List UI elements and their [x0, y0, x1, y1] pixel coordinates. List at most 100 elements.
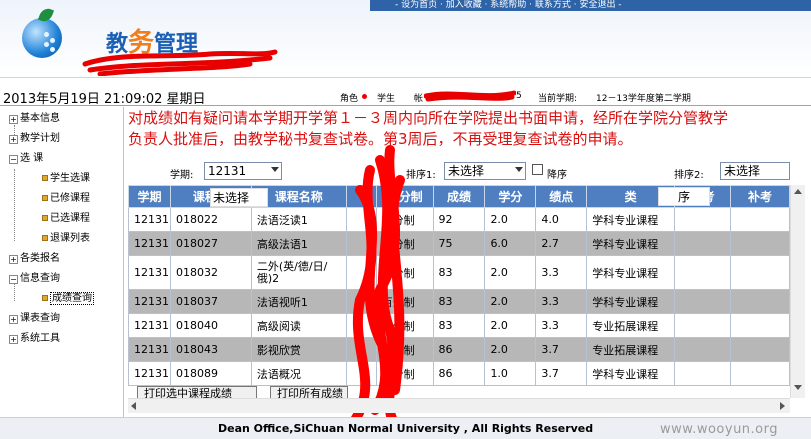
scroll-up-icon — [794, 189, 802, 194]
status-bar: 2013年5月19日 21:09:02 星期日 角色 学生 帐 5 当前学期: … — [0, 86, 811, 107]
folder-icon — [42, 235, 48, 241]
sort-popup-order[interactable]: 序 — [658, 187, 710, 206]
logo-icon — [22, 18, 62, 58]
cell-deferred — [674, 313, 732, 338]
cell-course-code: 018037 — [169, 289, 252, 314]
cell-course-name: 高级法语1 — [250, 231, 347, 256]
sidebar-item-grade-query[interactable]: 成绩查询 — [42, 292, 94, 305]
cell-gpa: 3.3 — [535, 255, 588, 290]
cell-makeup — [730, 255, 790, 290]
cell-gpa: 3.7 — [535, 337, 588, 362]
term-select[interactable]: 12131 — [204, 162, 282, 180]
sidebar-item-info-query[interactable]: − 信息查询 — [9, 273, 60, 285]
sidebar-item-basic-info[interactable]: + 基本信息 — [9, 113, 60, 125]
sidebar-item-course-selection[interactable]: − 选 课 — [9, 153, 43, 165]
sidebar-item-drop-list[interactable]: 退课列表 — [42, 233, 90, 245]
cell-deferred — [674, 361, 732, 386]
sidebar-item-student-select[interactable]: 学生选课 — [42, 173, 90, 185]
table-row[interactable]: 12131 018040 高级阅读 百分制 83 2.0 3.3 专业拓展课程 — [128, 313, 790, 338]
cell-course-code: 018022 — [169, 207, 252, 232]
cell-category: 学科专业课程 — [586, 361, 676, 386]
table-row[interactable]: 12131 018037 法语视听1 百分制 83 2.0 3.3 学科专业课程 — [128, 289, 790, 314]
sidebar-item-system-tools[interactable]: + 系统工具 — [9, 333, 60, 345]
folder-icon — [42, 195, 48, 201]
cell-deferred — [674, 207, 732, 232]
cell-score: 86 — [432, 361, 486, 386]
cell-course-name: 法语泛读1 — [250, 207, 347, 232]
cell-credit: 2.0 — [484, 255, 537, 290]
folder-icon — [42, 175, 48, 181]
grade-review-notice: 对成绩如有疑问请本学期开学第１－３周内向所在学院提出书面申请，经所在学院分管教学… — [128, 108, 808, 150]
cell-makeup — [730, 207, 790, 232]
term-filter-label: 学期: — [170, 170, 194, 181]
current-datetime: 2013年5月19日 21:09:02 星期日 — [3, 92, 206, 107]
cell-category: 专业拓展课程 — [586, 313, 676, 338]
cell-gpa: 3.7 — [535, 361, 588, 386]
table-row[interactable]: 12131 018032 二外(英/德/日/俄)2 百分制 83 2.0 3.3 学科专业课程 — [128, 255, 790, 290]
cell-course-name: 法语概况 — [250, 361, 347, 386]
cell-term: 12131 — [128, 337, 171, 362]
sort1-select[interactable]: 未选择 — [444, 162, 526, 180]
table-row[interactable]: 12131 018043 影视欣赏 百分制 86 2.0 3.7 专业拓展课程 — [128, 337, 790, 362]
descending-checkbox[interactable] — [532, 164, 543, 175]
col-makeup[interactable]: 补考 — [730, 185, 790, 208]
cell-makeup — [730, 231, 790, 256]
top-nav-links[interactable]: - 设为首页 · 加入收藏 · 系统帮助 · 联系方式 · 安全退出 - — [370, 0, 811, 11]
cell-gpa: 2.7 — [535, 231, 588, 256]
cell-course-name: 二外(英/德/日/俄)2 — [250, 255, 347, 290]
cell-score: 75 — [432, 231, 486, 256]
redaction-scribble — [82, 49, 278, 76]
cell-credit: 2.0 — [484, 289, 537, 314]
notice-line-1: 对成绩如有疑问请本学期开学第１－３周内向所在学院提出书面申请，经所在学院分管教学 — [128, 109, 729, 127]
cell-score: 92 — [432, 207, 486, 232]
cell-deferred — [674, 231, 732, 256]
table-row[interactable]: 12131 018089 法语概况 百分制 86 1.0 3.7 学科专业课程 — [128, 361, 790, 386]
chevron-down-icon — [515, 167, 523, 172]
cell-credit: 2.0 — [484, 207, 537, 232]
cell-term: 12131 — [128, 313, 171, 338]
cell-deferred — [674, 289, 732, 314]
descending-label: 降序 — [547, 170, 567, 181]
cell-score: 83 — [432, 255, 486, 290]
cell-gpa: 3.3 — [535, 289, 588, 314]
cell-deferred — [674, 337, 732, 362]
sidebar-item-selected-courses[interactable]: 已选课程 — [42, 213, 90, 225]
account-label: 帐 — [414, 94, 424, 104]
col-term[interactable]: 学期 — [128, 185, 171, 208]
cell-term: 12131 — [128, 289, 171, 314]
cell-score: 83 — [432, 313, 486, 338]
cell-course-code: 018043 — [169, 337, 252, 362]
cell-term: 12131 — [128, 361, 171, 386]
cell-makeup — [730, 361, 790, 386]
chevron-down-icon — [271, 167, 279, 172]
filter-bar: 学期: 12131 排序1: 未选择 降序 排序2: 未选择 — [126, 157, 791, 185]
sort2-select[interactable]: 未选择 — [720, 162, 790, 180]
cell-category: 学科专业课程 — [586, 255, 676, 290]
cell-score: 83 — [432, 289, 486, 314]
table-row[interactable]: 12131 018022 法语泛读1 百分制 92 2.0 4.0 学科专业课程 — [128, 207, 790, 232]
col-credit[interactable]: 学分 — [484, 185, 537, 208]
cell-credit: 1.0 — [484, 361, 537, 386]
horizontal-scrollbar[interactable] — [128, 398, 790, 413]
sidebar-item-schedule-query[interactable]: + 课表查询 — [9, 313, 60, 325]
cell-gpa: 4.0 — [535, 207, 588, 232]
vertical-scrollbar[interactable] — [790, 185, 805, 398]
redaction-scribble — [424, 90, 516, 102]
cell-makeup — [730, 337, 790, 362]
sort-popup-select[interactable]: 未选择 — [210, 188, 268, 207]
footer: Dean Office,SiChuan Normal University , … — [0, 417, 811, 439]
col-gpa[interactable]: 绩点 — [535, 185, 588, 208]
grades-table-container: 学期 课程号 课程名称 记分制 成绩 学分 绩点 类 缓考 补考 1213101… — [128, 185, 790, 398]
cell-term: 12131 — [128, 231, 171, 256]
account-suffix: 5 — [516, 91, 522, 101]
folder-icon — [42, 215, 48, 221]
sidebar-item-completed-courses[interactable]: 已修课程 — [42, 193, 90, 205]
current-term-value: 12－13学年度第二学期 — [596, 94, 691, 104]
sidebar-item-teaching-plan[interactable]: + 教学计划 — [9, 133, 60, 145]
cell-gpa: 3.3 — [535, 313, 588, 338]
col-score[interactable]: 成绩 — [432, 185, 486, 208]
cell-category: 学科专业课程 — [586, 231, 676, 256]
sidebar-item-registration[interactable]: + 各类报名 — [9, 253, 60, 265]
table-row[interactable]: 12131 018027 高级法语1 百分制 75 6.0 2.7 学科专业课程 — [128, 231, 790, 256]
role-dot-icon — [362, 94, 367, 99]
